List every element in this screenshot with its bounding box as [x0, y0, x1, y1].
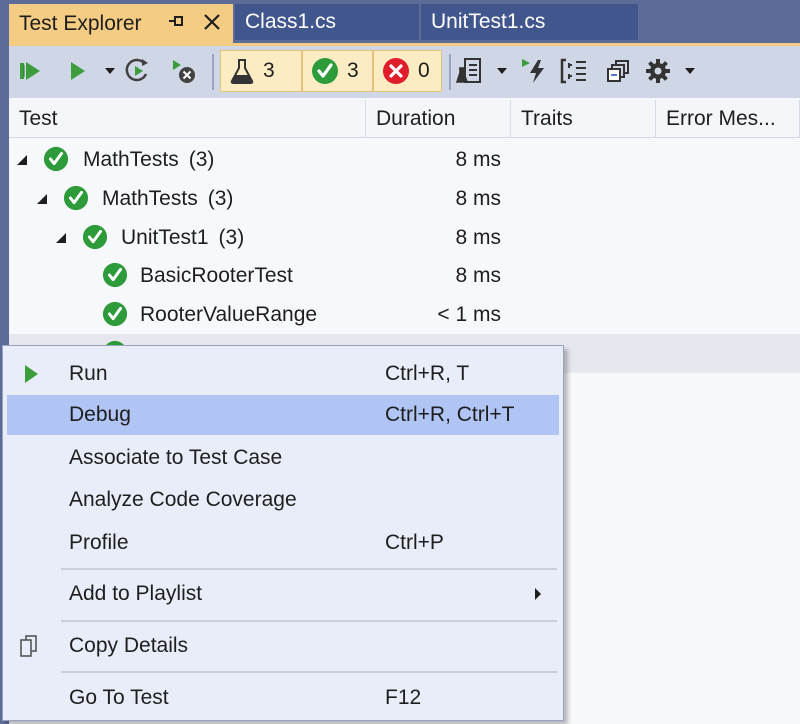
test-name: MathTests (3)	[102, 187, 234, 210]
playlist-dropdown-arrow[interactable]	[497, 68, 507, 74]
settings-dropdown-arrow[interactable]	[685, 68, 695, 74]
passed-count: 3	[347, 59, 359, 82]
shortcut: Ctrl+R, T	[385, 362, 470, 385]
shortcut: Ctrl+P	[385, 531, 444, 554]
context-menu: Run Ctrl+R, T Debug Ctrl+R, Ctrl+T Assoc…	[2, 345, 564, 721]
run-all-tests-button[interactable]	[17, 56, 47, 86]
test-tree-row[interactable]: MathTests (3) 8 ms	[9, 140, 800, 179]
tab-label: Test Explorer	[19, 11, 142, 35]
failed-tests-counter[interactable]: 0	[373, 50, 442, 92]
play-icon	[25, 365, 38, 383]
flask-icon	[230, 59, 254, 84]
menu-separator	[61, 620, 557, 622]
grid-header: Test Duration Traits Error Mes...	[9, 100, 800, 138]
live-unit-testing-button[interactable]	[519, 56, 549, 86]
menu-item-copy-details[interactable]: Copy Details	[7, 626, 559, 666]
tab-label: Class1.cs	[245, 10, 337, 33]
cancel-run-icon	[173, 60, 195, 83]
tab-label: UnitTest1.cs	[431, 10, 546, 33]
test-duration: 8 ms	[455, 148, 501, 171]
tab-test-explorer[interactable]: Test Explorer	[9, 4, 233, 43]
run-lightning-icon	[522, 59, 544, 83]
test-explorer-toolbar: 3 3 0	[9, 46, 800, 98]
menu-separator	[61, 671, 557, 673]
menu-item-associate-to-test-case[interactable]: Associate to Test Case	[7, 438, 559, 478]
expander-icon[interactable]	[37, 194, 47, 204]
menu-item-run[interactable]: Run Ctrl+R, T	[7, 354, 559, 394]
copy-icon	[20, 635, 37, 657]
settings-button[interactable]	[643, 56, 673, 86]
menu-item-add-to-playlist[interactable]: Add to Playlist	[7, 574, 559, 614]
test-duration: 8 ms	[455, 226, 501, 249]
passed-icon	[82, 224, 108, 250]
cancel-run-button[interactable]	[169, 56, 199, 86]
test-name: RooterValueRange	[140, 303, 318, 326]
shortcut: Ctrl+R, Ctrl+T	[385, 403, 515, 426]
passed-tests-counter[interactable]: 3	[302, 50, 373, 92]
menu-item-profile[interactable]: Profile Ctrl+P	[7, 523, 559, 563]
close-icon[interactable]	[203, 7, 221, 37]
error-circle-icon	[383, 58, 409, 84]
toolbar-separator	[212, 54, 214, 90]
group-by-icon	[560, 58, 586, 84]
test-name: UnitTest1 (3)	[121, 226, 245, 249]
play-icon	[71, 62, 85, 80]
menu-separator	[61, 568, 557, 570]
column-header-traits[interactable]: Traits	[511, 100, 656, 138]
toolbar-separator	[449, 54, 451, 90]
shortcut: F12	[385, 686, 422, 709]
test-tree-row[interactable]: MathTests (3) 8 ms	[9, 179, 800, 218]
open-in-window-button[interactable]	[603, 56, 633, 86]
menu-item-go-to-test[interactable]: Go To Test F12	[7, 678, 559, 718]
total-count: 3	[263, 59, 275, 82]
test-tree-row[interactable]: BasicRooterTest 8 ms	[9, 256, 800, 295]
playlist-icon	[455, 58, 481, 83]
passed-icon	[63, 185, 89, 211]
menu-item-analyze-code-coverage[interactable]: Analyze Code Coverage	[7, 480, 559, 520]
repeat-run-icon	[125, 58, 148, 82]
windows-icon	[607, 60, 629, 82]
run-tests-button[interactable]	[63, 56, 93, 86]
run-dropdown-arrow[interactable]	[105, 68, 115, 74]
tab-class1-cs[interactable]: Class1.cs	[235, 4, 419, 40]
test-duration: 8 ms	[455, 264, 501, 287]
test-tree-row[interactable]: RooterValueRange < 1 ms	[9, 295, 800, 334]
gear-icon	[646, 59, 670, 83]
column-header-test[interactable]: Test	[9, 100, 366, 138]
repeat-last-run-button[interactable]	[123, 56, 153, 86]
test-name: BasicRooterTest	[140, 264, 293, 287]
test-tree-row[interactable]: UnitTest1 (3) 8 ms	[9, 218, 800, 257]
document-tab-strip: Test Explorer Class1.cs UnitTest1.cs	[0, 0, 800, 43]
total-tests-counter[interactable]: 3	[220, 50, 302, 92]
check-circle-icon	[312, 58, 338, 84]
submenu-arrow-icon	[535, 588, 541, 600]
column-header-duration[interactable]: Duration	[366, 100, 511, 138]
run-all-icon	[20, 62, 40, 80]
passed-icon	[43, 146, 69, 172]
expander-icon[interactable]	[17, 155, 27, 165]
test-duration: < 1 ms	[437, 303, 501, 326]
playlist-button[interactable]	[455, 56, 485, 86]
passed-icon	[102, 262, 128, 288]
group-by-button[interactable]	[559, 56, 589, 86]
menu-item-debug[interactable]: Debug Ctrl+R, Ctrl+T	[7, 395, 559, 435]
failed-count: 0	[418, 59, 430, 82]
column-header-error-message[interactable]: Error Mes...	[656, 100, 800, 138]
tab-unittest1-cs[interactable]: UnitTest1.cs	[421, 4, 638, 40]
test-duration: 8 ms	[455, 187, 501, 210]
expander-icon[interactable]	[56, 233, 66, 243]
passed-icon	[102, 301, 128, 327]
pin-icon[interactable]	[167, 12, 187, 35]
test-name: MathTests (3)	[83, 148, 215, 171]
